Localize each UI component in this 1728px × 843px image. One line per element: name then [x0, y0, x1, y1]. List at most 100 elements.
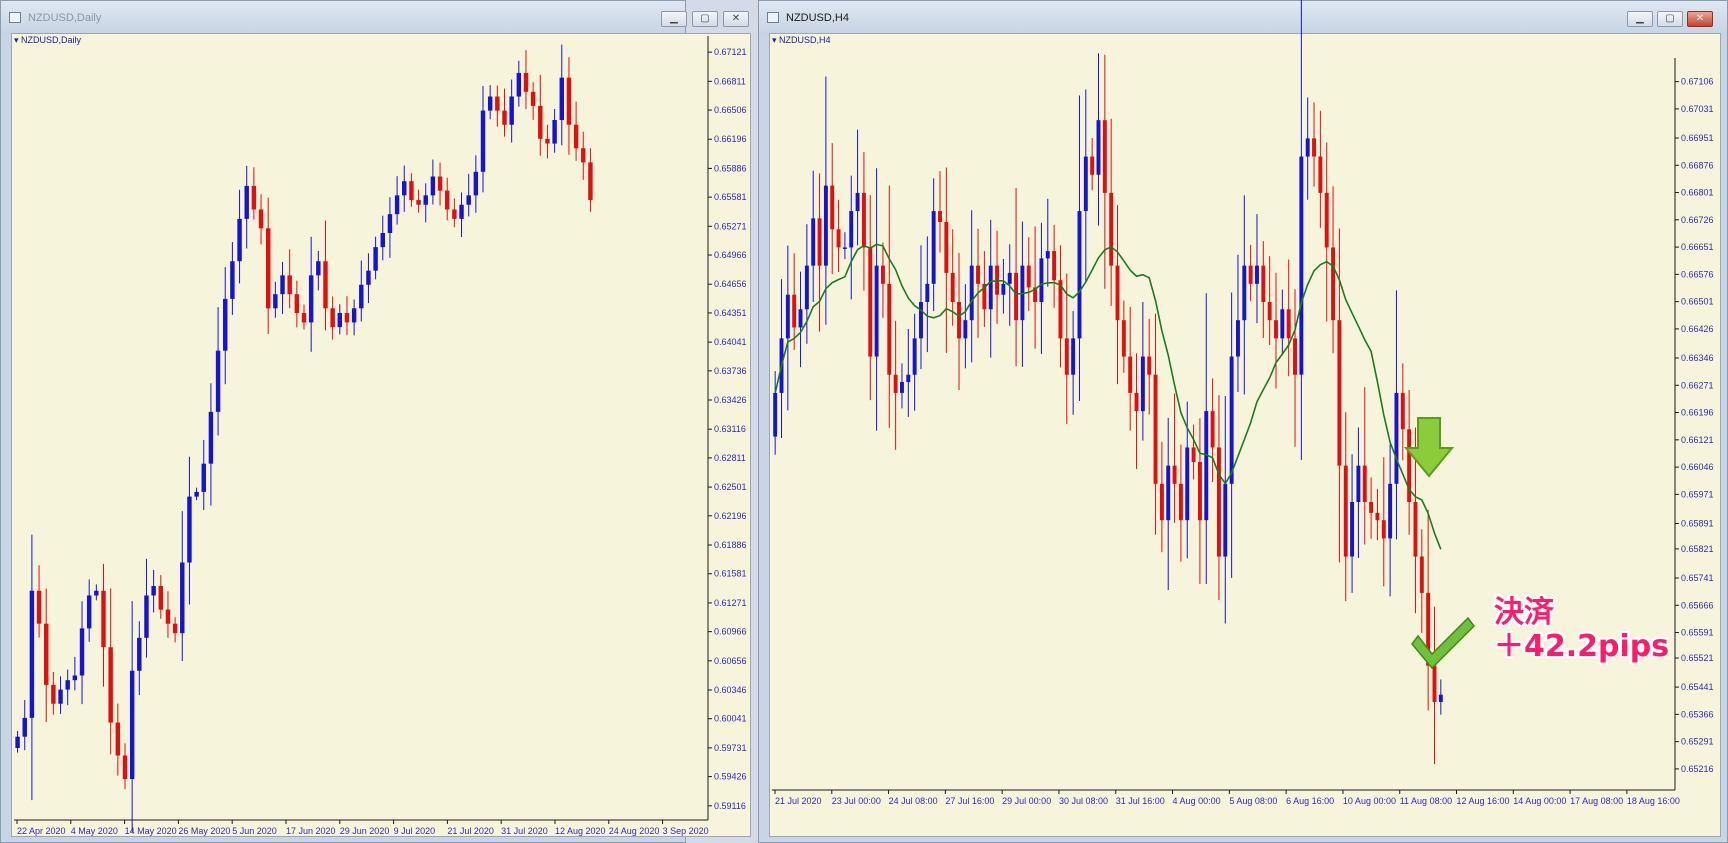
- h4-candle-body: [804, 265, 809, 310]
- h4-candle-body: [1166, 465, 1171, 521]
- h4-candle-body: [1007, 272, 1012, 284]
- h4-candle-body: [1267, 302, 1272, 321]
- h4-candle-body: [1045, 251, 1050, 259]
- h4-candle-body: [1337, 320, 1342, 466]
- h4-candle-body: [1299, 156, 1304, 375]
- h4-candle-body: [855, 192, 860, 212]
- daily-chart-label-text: NZDUSD,Daily: [21, 35, 82, 45]
- h4-x-tick-label: 4 Aug 00:00: [1173, 796, 1221, 806]
- h4-y-tick-label: 0.66271: [1681, 380, 1714, 390]
- h4-x-tick-label: 14 Aug 00:00: [1513, 796, 1566, 806]
- h4-y-tick-label: 0.66726: [1681, 215, 1714, 225]
- h4-candle-body: [842, 247, 847, 249]
- h4-candle-body: [1071, 338, 1076, 375]
- annotation-line-1: 決済: [1494, 595, 1554, 630]
- h4-candle-body: [785, 294, 790, 339]
- h4-candle-body: [1052, 251, 1057, 281]
- h4-candle-body: [1014, 272, 1019, 321]
- h4-y-tick-label: 0.66196: [1681, 408, 1714, 418]
- h4-chart-label: ▾ NZDUSD,H4: [772, 35, 831, 45]
- h4-candle-body: [1001, 283, 1006, 295]
- h4-candle-body: [773, 392, 778, 437]
- h4-candle-body: [925, 283, 930, 302]
- h4-candle-body: [1248, 265, 1253, 284]
- h4-candle-body: [1255, 265, 1259, 284]
- h4-candle-body: [798, 309, 803, 328]
- h4-candle-body: [874, 265, 879, 357]
- h4-y-tick-label: 0.66651: [1681, 242, 1714, 252]
- h4-candle-body: [792, 294, 797, 328]
- h4-x-tick-label: 23 Jul 00:00: [832, 796, 881, 806]
- h4-candle-body: [1109, 192, 1114, 266]
- h4-x-tick-label: 31 Jul 16:00: [1116, 796, 1165, 806]
- h4-x-tick-label: 27 Jul 16:00: [945, 796, 994, 806]
- h4-candle-body: [938, 211, 942, 222]
- h4-y-tick-label: 0.65891: [1681, 518, 1714, 528]
- h4-candle-body: [1083, 156, 1088, 212]
- h4-candle-body: [912, 338, 917, 375]
- h4-candle-body: [969, 265, 974, 321]
- h4-candle-body: [1394, 392, 1399, 484]
- h4-y-tick-label: 0.66576: [1681, 269, 1714, 279]
- h4-candle-body: [1039, 258, 1044, 302]
- daily-chart-label: ▾ NZDUSD,Daily: [14, 35, 82, 45]
- h4-y-tick-label: 0.65366: [1681, 709, 1714, 719]
- h4-y-tick-label: 0.65521: [1681, 653, 1714, 663]
- h4-candle-body: [931, 211, 936, 284]
- h4-candle-body: [1413, 502, 1418, 557]
- h4-candle-body: [1204, 411, 1209, 521]
- h4-candle-body: [950, 272, 955, 302]
- h4-y-tick-label: 0.66801: [1681, 188, 1714, 198]
- h4-x-tick-label: 6 Aug 16:00: [1286, 796, 1334, 806]
- annotation-line-2: ＋42.2pips: [1494, 629, 1670, 664]
- h4-y-tick-label: 0.67106: [1681, 77, 1714, 87]
- h4-chart-label-text: NZDUSD,H4: [779, 35, 831, 45]
- h4-candle-body: [1400, 392, 1405, 430]
- h4-candle-body: [906, 374, 911, 382]
- h4-candle-body: [1438, 694, 1443, 702]
- h4-candle-body: [1077, 211, 1082, 339]
- h4-y-tick-label: 0.66121: [1681, 435, 1714, 445]
- h4-candle-body: [1388, 483, 1393, 539]
- h4-candle-body: [1128, 356, 1133, 393]
- h4-candle-body: [1318, 156, 1323, 193]
- h4-candle-body: [861, 192, 866, 248]
- h4-x-tick-label: 17 Aug 08:00: [1570, 796, 1623, 806]
- h4-candle-body: [1134, 392, 1139, 412]
- h4-candle-body: [899, 382, 904, 393]
- h4-candle-body: [836, 229, 841, 248]
- h4-candle-body: [1026, 265, 1031, 288]
- h4-y-tick-label: 0.66951: [1681, 133, 1714, 143]
- h4-candle-body: [1369, 502, 1374, 513]
- h4-x-tick-label: 11 Aug 08:00: [1400, 796, 1452, 806]
- h4-candle-body: [1153, 374, 1158, 484]
- h4-y-tick-label: 0.65291: [1681, 737, 1714, 747]
- h4-candle-body: [1064, 338, 1069, 375]
- h4-candle-body: [1324, 192, 1329, 248]
- h4-candle-body: [1305, 138, 1310, 157]
- checkmark-icon: [1411, 616, 1475, 670]
- h4-candle-body: [1331, 247, 1336, 321]
- h4-candle-body: [811, 218, 816, 266]
- h4-candle-body: [1362, 465, 1367, 502]
- h4-candle-body: [944, 222, 949, 273]
- h4-candle-body: [1350, 502, 1355, 557]
- h4-candle-body: [1375, 512, 1380, 521]
- h4-x-tick-label: 12 Aug 16:00: [1457, 796, 1510, 806]
- h4-y-tick-label: 0.66346: [1681, 353, 1714, 363]
- h4-candle-body: [1096, 120, 1101, 175]
- h4-candle-body: [1280, 309, 1285, 339]
- h4-candle-body: [1242, 265, 1247, 321]
- h4-y-tick-label: 0.65666: [1681, 600, 1714, 610]
- h4-candle-body: [1210, 411, 1215, 448]
- h4-candle-body: [963, 320, 968, 339]
- h4-y-tick-label: 0.66876: [1681, 160, 1714, 170]
- h4-candle-body: [1058, 280, 1063, 339]
- h4-candlestick-chart: 0.67106 0.67031 0.66951 0.66876 0.66801 0.667…: [772, 0, 1714, 806]
- h4-x-tick-label: 18 Aug 16:00: [1627, 796, 1680, 806]
- h4-candle-body: [1235, 320, 1240, 357]
- h4-candle-body: [817, 218, 822, 266]
- h4-candle-body: [893, 374, 898, 393]
- h4-candle-body: [1229, 356, 1234, 484]
- h4-candle-body: [1216, 447, 1221, 557]
